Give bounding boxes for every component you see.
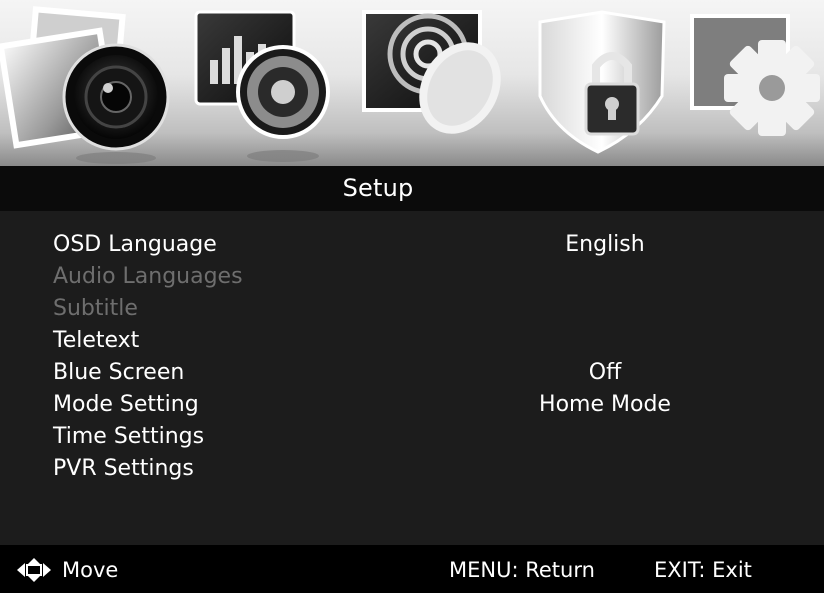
menu-item-label: Teletext	[53, 328, 140, 353]
page-title: Setup	[342, 174, 414, 202]
menu-item-label: PVR Settings	[53, 456, 194, 481]
four-way-arrow-icon	[17, 558, 51, 582]
menu-item-value: Off	[588, 360, 622, 385]
title-bar: Setup	[0, 166, 824, 212]
menu-item-blue-screen[interactable]: Blue Screen Off	[0, 358, 824, 390]
menu-item-label: Time Settings	[53, 424, 205, 449]
menu-item-time-settings[interactable]: Time Settings	[0, 422, 824, 454]
menu-return-hint: MENU: Return	[449, 558, 595, 582]
menu-item-teletext[interactable]: Teletext	[0, 326, 824, 358]
menu-item-value: Home Mode	[539, 392, 671, 417]
menu-item-value: English	[565, 232, 645, 257]
menu-item-label: Mode Setting	[53, 392, 199, 417]
move-hint: Move	[62, 558, 119, 582]
menu-item-label: OSD Language	[53, 232, 217, 257]
menu-item-subtitle: Subtitle	[0, 294, 824, 326]
channel-satellite-icon[interactable]	[362, 10, 517, 149]
menu-item-label: Subtitle	[53, 296, 138, 321]
exit-hint: EXIT: Exit	[654, 558, 752, 582]
footer-hint-bar: Move MENU: Return EXIT: Exit	[0, 545, 824, 593]
setup-gear-icon[interactable]	[690, 14, 820, 136]
menu-item-audio-languages: Audio Languages	[0, 262, 824, 294]
menu-item-osd-language[interactable]: OSD Language English	[0, 230, 824, 262]
menu-item-pvr-settings[interactable]: PVR Settings	[0, 454, 824, 486]
menu-item-label: Blue Screen	[53, 360, 185, 385]
shield-lock-icon[interactable]	[538, 10, 666, 154]
menu-item-mode-setting[interactable]: Mode Setting Home Mode	[0, 390, 824, 422]
sound-speaker-icon[interactable]	[194, 10, 330, 162]
menu-item-label: Audio Languages	[53, 264, 243, 289]
setup-menu-panel: OSD Language English Audio Languages Sub…	[0, 211, 824, 545]
picture-camera-icon[interactable]	[0, 6, 170, 164]
category-icon-bar	[0, 0, 824, 166]
